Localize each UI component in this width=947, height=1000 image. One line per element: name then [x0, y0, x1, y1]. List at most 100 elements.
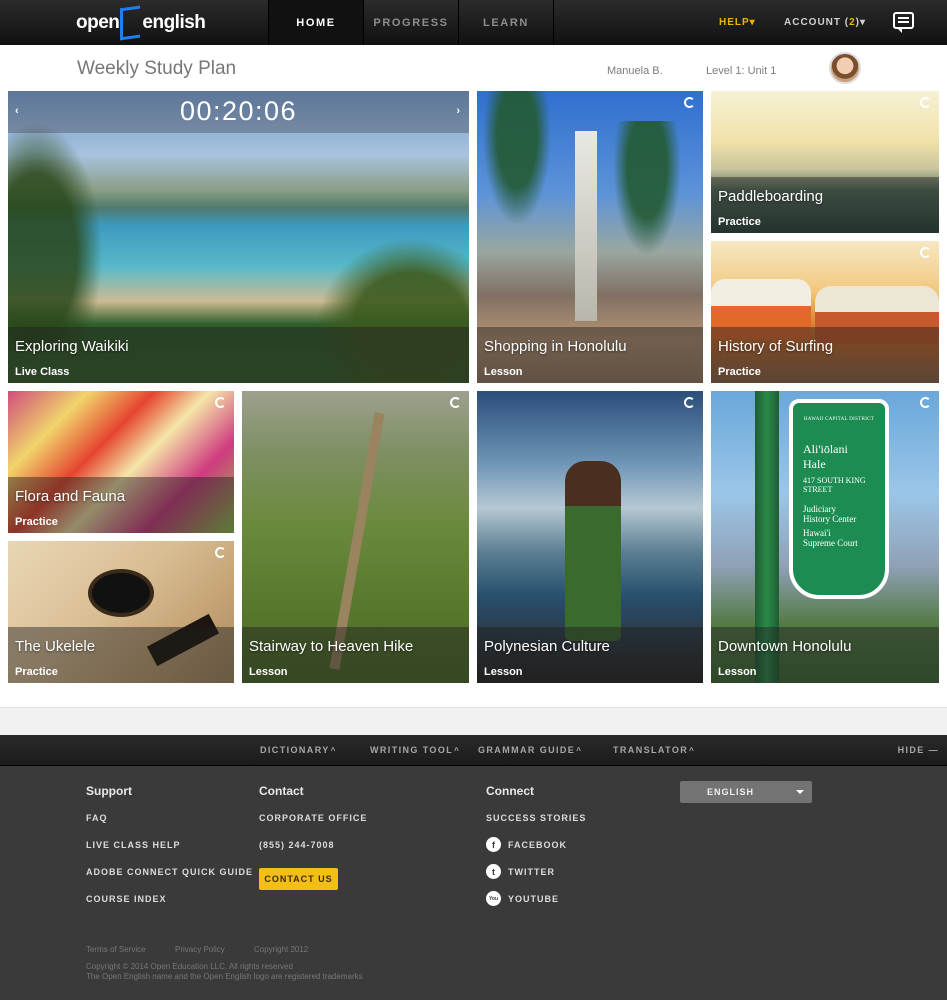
refresh-icon[interactable]	[215, 547, 226, 558]
tool-translator[interactable]: TRANSLATOR^	[613, 745, 695, 755]
youtube-link[interactable]: YOUTUBE	[508, 894, 559, 904]
tile-exploring-waikiki[interactable]: 00:20:06 ‹ › Exploring Waikiki Live Clas…	[8, 91, 469, 383]
faq-link[interactable]: FAQ	[86, 813, 108, 823]
copyright-line: Copyright © 2014 Open Education LLC. All…	[86, 962, 293, 971]
tile-type: Practice	[718, 366, 761, 378]
contact-us-button[interactable]: CONTACT US	[259, 868, 338, 890]
chevron-up-icon: ^	[576, 746, 583, 755]
course-index-link[interactable]: COURSE INDEX	[86, 894, 167, 904]
tile-type: Lesson	[484, 366, 523, 378]
tile-title: Shopping in Honolulu	[484, 338, 627, 355]
trademark-line: The Open English name and the Open Engli…	[86, 972, 363, 981]
adobe-connect-guide-link[interactable]: ADOBE CONNECT QUICK GUIDE	[86, 867, 253, 877]
tab-progress[interactable]: PROGRESS	[364, 0, 459, 45]
sign-line: 417 SOUTH KING	[803, 476, 866, 485]
tool-label: DICTIONARY	[260, 745, 330, 755]
avatar[interactable]	[829, 52, 861, 84]
tile-type: Practice	[15, 666, 58, 678]
page-title: Weekly Study Plan	[77, 58, 237, 79]
user-name: Manuela B.	[607, 65, 663, 77]
chevron-down-icon	[796, 790, 804, 794]
tab-home[interactable]: HOME	[268, 0, 364, 45]
terms-link[interactable]: Terms of Service	[86, 945, 146, 954]
chevron-left-icon[interactable]: ‹	[15, 105, 19, 117]
chevron-down-icon: ▾	[860, 17, 867, 28]
sign-line: Judiciary	[803, 504, 836, 514]
sign-line: HAWAII CAPITAL DISTRICT	[803, 417, 875, 422]
facebook-icon[interactable]: f	[486, 837, 501, 852]
corporate-office-link[interactable]: CORPORATE OFFICE	[259, 813, 367, 823]
tile-image	[607, 121, 687, 271]
account-count: 2	[849, 17, 856, 28]
countdown-timer: 00:20:06	[179, 96, 298, 126]
tile-stairway-to-heaven-hike[interactable]: Stairway to Heaven Hike Lesson	[242, 391, 469, 683]
tile-title: The Ukelele	[15, 638, 96, 655]
chevron-up-icon: ^	[330, 746, 337, 755]
tile-title: Paddleboarding	[718, 188, 824, 205]
sign-line: Hawai'i	[803, 528, 831, 538]
tile-image	[565, 461, 621, 641]
tile-title: Flora and Fauna	[15, 488, 126, 505]
logo-bracket-icon	[120, 5, 141, 41]
tile-image	[477, 91, 557, 241]
tile-downtown-honolulu[interactable]: HAWAII CAPITAL DISTRICT Ali'iōlani Hale …	[711, 391, 939, 683]
connect-heading: Connect	[486, 784, 534, 798]
language-select[interactable]: ENGLISH	[680, 781, 812, 803]
tool-writing-tool[interactable]: WRITING TOOL^	[370, 745, 460, 755]
tile-history-of-surfing[interactable]: History of Surfing Practice	[711, 241, 939, 383]
tile-title: Exploring Waikiki	[15, 338, 129, 355]
tool-label: WRITING TOOL	[370, 745, 454, 755]
twitter-link[interactable]: TWITTER	[508, 867, 555, 877]
tile-title: History of Surfing	[718, 338, 834, 355]
account-menu[interactable]: ACCOUNT (2)▾	[784, 17, 866, 28]
refresh-icon[interactable]	[920, 397, 931, 408]
refresh-icon[interactable]	[920, 97, 931, 108]
sign-line: Supreme Court	[803, 538, 858, 548]
tile-type: Lesson	[718, 666, 757, 678]
phone-number[interactable]: (855) 244-7008	[259, 840, 335, 850]
tile-polynesian-culture[interactable]: Polynesian Culture Lesson	[477, 391, 703, 683]
logo-text-open: open	[76, 12, 120, 33]
refresh-icon[interactable]	[450, 397, 461, 408]
tile-image	[88, 569, 154, 617]
youtube-icon[interactable]: You	[486, 891, 501, 906]
tab-learn[interactable]: LEARN	[459, 0, 554, 45]
tile-image	[575, 131, 597, 321]
level-indicator: Level 1: Unit 1	[706, 65, 777, 77]
success-stories-link[interactable]: SUCCESS STORIES	[486, 813, 586, 823]
tools-bar: DICTIONARY^ WRITING TOOL^ GRAMMAR GUIDE^…	[0, 735, 947, 766]
chevron-right-icon[interactable]: ›	[456, 105, 460, 117]
page: open english HOME PROGRESS LEARN HELP▾ A…	[0, 0, 947, 1000]
twitter-icon[interactable]: t	[486, 864, 501, 879]
language-value: ENGLISH	[707, 787, 755, 797]
privacy-link[interactable]: Privacy Policy	[175, 945, 225, 954]
tile-shopping-in-honolulu[interactable]: Shopping in Honolulu Lesson	[477, 91, 703, 383]
chat-icon[interactable]	[893, 12, 914, 33]
sign-line: Ali'iōlani	[803, 442, 848, 456]
chevron-up-icon: ^	[689, 746, 696, 755]
refresh-icon[interactable]	[215, 397, 226, 408]
facebook-link[interactable]: FACEBOOK	[508, 840, 567, 850]
help-menu[interactable]: HELP▾	[719, 17, 756, 28]
main-nav: HOME PROGRESS LEARN	[268, 0, 554, 45]
top-nav-bar: open english HOME PROGRESS LEARN HELP▾ A…	[0, 0, 947, 45]
chevron-down-icon: ▾	[749, 17, 756, 28]
tool-dictionary[interactable]: DICTIONARY^	[260, 745, 337, 755]
tool-grammar-guide[interactable]: GRAMMAR GUIDE^	[478, 745, 582, 755]
help-label: HELP	[719, 17, 750, 28]
tile-type: Practice	[718, 216, 761, 228]
open-english-logo[interactable]: open english	[76, 5, 206, 41]
tile-paddleboarding[interactable]: Paddleboarding Practice	[711, 91, 939, 233]
refresh-icon[interactable]	[920, 247, 931, 258]
support-heading: Support	[86, 784, 132, 798]
hide-tools-button[interactable]: HIDE —	[898, 745, 939, 755]
tile-type: Live Class	[15, 366, 70, 378]
tile-type: Practice	[15, 516, 58, 528]
tile-flora-and-fauna[interactable]: Flora and Fauna Practice	[8, 391, 234, 533]
refresh-icon[interactable]	[684, 397, 695, 408]
refresh-icon[interactable]	[684, 97, 695, 108]
tile-the-ukelele[interactable]: The Ukelele Practice	[8, 541, 234, 683]
logo-text-english: english	[142, 12, 206, 33]
live-class-help-link[interactable]: LIVE CLASS HELP	[86, 840, 181, 850]
tile-caption	[8, 327, 469, 383]
